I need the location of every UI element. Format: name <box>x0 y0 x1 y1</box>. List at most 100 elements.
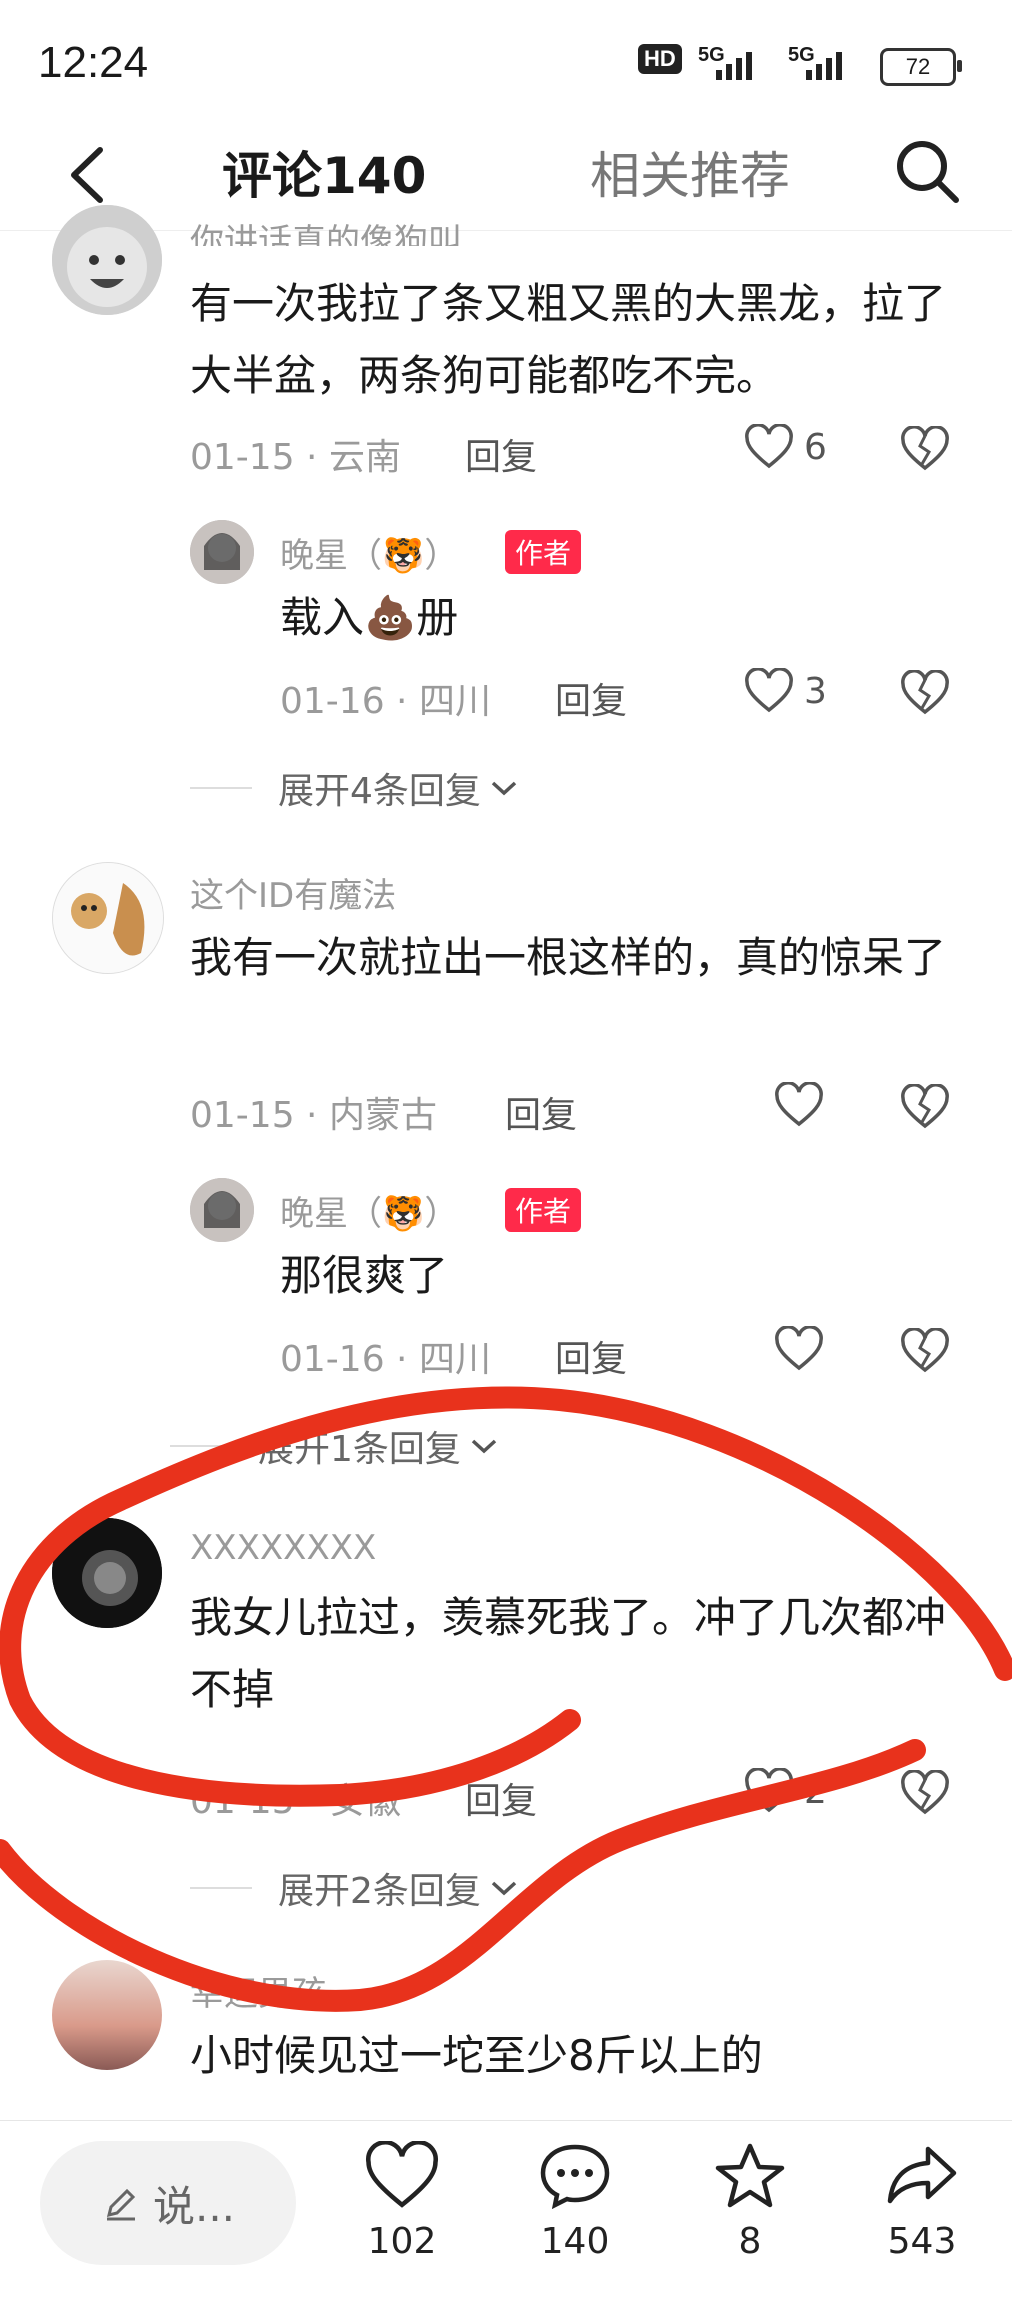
share-arrow-icon <box>887 2146 957 2204</box>
heart-icon <box>366 2140 438 2208</box>
status-bar: 12:24 HD 5G 5G 72 <box>0 0 1012 120</box>
comment-text: 我有一次就拉出一根这样的，真的惊呆了 <box>190 933 947 982</box>
dislike-button[interactable] <box>900 425 950 476</box>
comment-username[interactable]: XXXXXXXX <box>190 1528 376 1568</box>
reply-button[interactable]: 回复 <box>465 1772 537 1824</box>
favorite-total: 8 <box>738 2221 762 2262</box>
dislike-button[interactable] <box>900 1327 950 1378</box>
reply-button[interactable]: 回复 <box>465 428 537 480</box>
like-total: 102 <box>367 2221 437 2262</box>
heart-icon <box>745 424 793 469</box>
like-action[interactable]: 102 <box>342 2140 462 2262</box>
sunset-avatar-icon <box>52 1960 162 2070</box>
status-time: 12:24 <box>38 38 149 87</box>
dislike-button[interactable] <box>900 1769 950 1820</box>
reply-username[interactable]: 晚星（🐯） <box>280 528 458 577</box>
comment-meta: 01-15 · 云南 <box>190 437 401 478</box>
search-icon <box>897 141 959 203</box>
broken-heart-icon <box>901 1083 949 1129</box>
avatar[interactable] <box>52 1518 162 1628</box>
pencil-icon <box>106 2188 136 2221</box>
chevron-down-icon <box>471 1439 497 1454</box>
battery-icon: 72 <box>880 48 962 86</box>
author-badge: 作者 <box>505 1188 582 1232</box>
search-button[interactable] <box>888 132 968 216</box>
reply-meta: 01-16 · 四川 <box>280 1339 491 1380</box>
reply-text: 那很爽了 <box>280 1251 449 1300</box>
bottom-action-bar: 说... 102 140 8 543 <box>0 2120 1012 2306</box>
like-button[interactable] <box>774 1326 834 1372</box>
comment-username[interactable]: 你讲话真的像狗叫 <box>190 214 462 246</box>
broken-heart-icon <box>901 669 949 715</box>
avatar[interactable] <box>52 205 162 315</box>
tab-related[interactable]: 相关推荐 <box>590 136 790 208</box>
chevron-down-icon <box>491 1881 517 1896</box>
girl-avatar-icon <box>190 1178 254 1242</box>
comment-username[interactable]: 这个ID有魔法 <box>190 868 396 917</box>
baby-face-icon <box>52 205 162 315</box>
broken-heart-icon <box>901 1327 949 1373</box>
comment-total: 140 <box>540 2221 610 2262</box>
divider <box>170 1445 232 1447</box>
expand-label: 展开2条回复 <box>278 1871 481 1912</box>
comment-text: 我女儿拉过，羡慕死我了。冲了几次都冲不掉 <box>190 1593 947 1714</box>
avatar[interactable] <box>52 862 164 974</box>
expand-label: 展开4条回复 <box>278 771 481 812</box>
heart-icon <box>745 1768 793 1813</box>
girl-avatar-icon <box>190 520 254 584</box>
expand-replies-button[interactable]: 展开4条回复 <box>190 762 521 814</box>
dislike-button[interactable] <box>900 1083 950 1134</box>
comment-meta: 01-15 · 内蒙古 <box>190 1095 437 1136</box>
broken-heart-icon <box>901 425 949 471</box>
reply-username[interactable]: 晚星（🐯） <box>280 1186 458 1235</box>
heart-icon <box>775 1326 823 1371</box>
comment-action[interactable]: 140 <box>515 2141 635 2262</box>
avatar[interactable] <box>190 1178 254 1242</box>
favorite-action[interactable]: 8 <box>690 2141 810 2262</box>
share-action[interactable]: 543 <box>862 2141 982 2262</box>
expand-replies-button[interactable]: 展开2条回复 <box>190 1862 521 1914</box>
like-button[interactable] <box>774 1082 834 1128</box>
comment-text: 有一次我拉了条又粗又黑的大黑龙，拉了大半盆，两条狗可能都吃不完。 <box>190 279 947 400</box>
like-count: 2 <box>804 1770 827 1812</box>
reply-text: 载入💩册 <box>280 593 459 642</box>
divider <box>190 1887 252 1889</box>
expand-replies-button[interactable]: 展开1条回复 <box>170 1420 501 1472</box>
signal-icon-2 <box>806 52 842 80</box>
comment-placeholder: 说... <box>152 2181 236 2231</box>
comment-username[interactable]: 幸运男孩 <box>190 1966 326 2015</box>
signal-icon-1 <box>716 52 752 80</box>
top-nav: 评论140 相关推荐 <box>0 120 1012 231</box>
share-total: 543 <box>887 2221 957 2262</box>
star-icon <box>715 2143 785 2208</box>
like-count: 3 <box>804 670 827 712</box>
dislike-button[interactable] <box>900 669 950 720</box>
avatar[interactable] <box>52 1960 162 2070</box>
comment-input[interactable]: 说... <box>40 2141 296 2265</box>
chevron-down-icon <box>491 781 517 796</box>
author-badge: 作者 <box>505 530 582 574</box>
lion-avatar-icon <box>52 1518 162 1628</box>
comment-text: 小时候见过一坨至少8斤以上的 <box>190 2031 763 2080</box>
hd-icon: HD <box>638 44 682 74</box>
hamster-icon <box>53 863 163 973</box>
heart-icon <box>745 668 793 713</box>
tab-comments[interactable]: 评论140 <box>222 136 426 208</box>
expand-label: 展开1条回复 <box>258 1429 461 1470</box>
back-arrow-icon <box>71 147 103 203</box>
chat-bubble-icon <box>540 2144 610 2210</box>
broken-heart-icon <box>901 1769 949 1815</box>
back-button[interactable] <box>60 140 120 214</box>
reply-button[interactable]: 回复 <box>505 1086 577 1138</box>
reply-button[interactable]: 回复 <box>555 1330 627 1382</box>
like-button[interactable]: 6 <box>744 424 827 470</box>
like-button[interactable]: 3 <box>744 668 827 714</box>
heart-icon <box>775 1082 823 1127</box>
comment-meta: 01-15 · 安徽 <box>190 1781 401 1822</box>
like-count: 6 <box>804 426 827 468</box>
like-button[interactable]: 2 <box>744 1768 827 1814</box>
avatar[interactable] <box>190 520 254 584</box>
divider <box>190 787 252 789</box>
reply-button[interactable]: 回复 <box>555 672 627 724</box>
reply-meta: 01-16 · 四川 <box>280 681 491 722</box>
